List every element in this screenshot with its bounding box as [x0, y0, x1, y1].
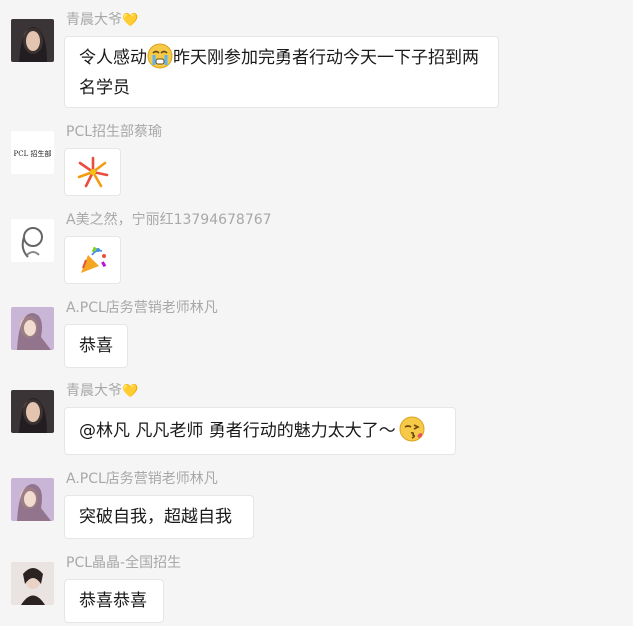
message-bubble[interactable]: 恭喜 — [64, 324, 128, 368]
message-bubble[interactable]: @林凡 凡凡老师 勇者行动的魅力太大了～ — [64, 407, 456, 455]
sender-name: A.PCL店务营销老师林凡 — [66, 300, 218, 316]
avatar[interactable] — [11, 19, 54, 62]
avatar[interactable] — [11, 390, 54, 433]
party-popper-icon — [81, 246, 107, 273]
avatar[interactable] — [11, 478, 54, 521]
avatar[interactable] — [11, 562, 54, 605]
avatar[interactable] — [11, 219, 54, 262]
crying-face-icon — [147, 43, 173, 69]
kissing-face-icon — [399, 416, 425, 442]
sender-name: 青晨大爷💛 — [66, 383, 139, 399]
fireworks-icon — [77, 156, 109, 188]
sticker-bubble[interactable] — [64, 236, 121, 284]
avatar[interactable]: PCL 招生部 — [11, 131, 54, 174]
message-bubble[interactable]: 恭喜恭喜 — [64, 579, 164, 623]
message-bubble[interactable]: 令人感动 昨天刚参加完勇者行动今天一下子招到两名学员 — [64, 36, 499, 108]
sender-name: PCL招生部蔡瑜 — [66, 124, 163, 140]
sender-name: A.PCL店务营销老师林凡 — [66, 471, 218, 487]
svg-text:PCL 招生部: PCL 招生部 — [14, 149, 52, 158]
sender-name: PCL晶晶-全国招生 — [66, 555, 182, 571]
avatar[interactable] — [11, 307, 54, 350]
sender-name: 青晨大爷💛 — [66, 12, 139, 28]
message-bubble[interactable]: 突破自我，超越自我 — [64, 495, 254, 539]
sticker-bubble[interactable] — [64, 148, 121, 196]
sender-name: A美之然，宁丽红13794678767 — [66, 212, 272, 228]
